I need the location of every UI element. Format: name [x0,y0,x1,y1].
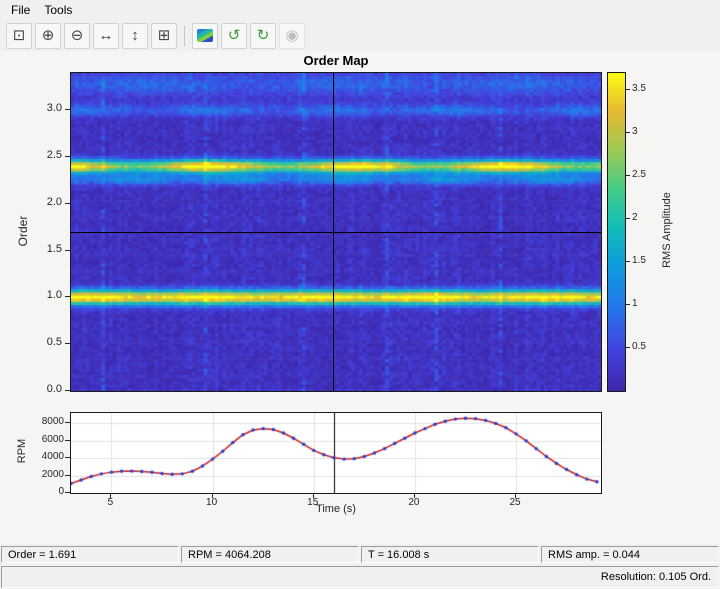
resolution-text: Resolution: 0.105 Ord. [600,571,711,583]
rpm-tick-label: 0 [58,486,64,497]
colorbar-tick-label: 0.5 [632,341,646,353]
tick-mark [65,156,70,158]
tick-mark [626,89,630,91]
tick-mark [626,218,630,220]
rpm-tick-label: 4000 [41,451,64,463]
order-tick-label: 1.5 [46,242,62,255]
colorbar-tick-label: 3 [632,126,638,138]
rpm-profile-plot[interactable] [70,412,602,494]
tick-mark [110,494,112,498]
time-tick-label: 5 [107,497,114,508]
tick-mark [515,494,517,498]
order-tick-label: 0.0 [46,383,62,395]
colorbar-label: RMS Amplitude [661,192,673,268]
time-tick-label: 20 [408,497,420,508]
resolution-bar: Resolution: 0.105 Ord. [1,566,719,588]
colorbar [607,72,626,392]
tick-mark [65,390,70,391]
status-rms: RMS amp. = 0.044 [541,546,719,563]
colorbar-tick-label: 3.5 [632,83,646,95]
tick-mark [65,422,70,424]
tick-mark [65,439,70,441]
tick-mark [413,494,415,498]
figure-area: Order Map Order RMS Amplitude RPM Time (… [0,0,720,589]
tick-mark [65,474,70,476]
tick-mark [65,249,70,251]
tick-mark [65,202,70,204]
status-rpm: RPM = 4064.208 [181,546,359,563]
time-tick-label: 10 [206,497,218,508]
tick-mark [211,494,213,498]
rpm-tick-label: 2000 [41,468,64,480]
rpm-axis-label: RPM [16,438,28,464]
colorbar-tick-label: 1 [632,298,638,310]
status-bar: Order = 1.691 RPM = 4064.208 T = 16.008 sR… [1,546,719,563]
tick-mark [65,492,70,493]
colorbar-tick-label: 1.5 [632,255,646,267]
time-tick-label: 25 [509,497,521,508]
tick-mark [626,261,630,263]
tick-mark [312,494,314,498]
tick-mark [65,457,70,459]
order-tick-label: 2.5 [46,149,62,162]
time-tick-label: 15 [307,497,319,508]
order-tick-label: 0.5 [46,336,62,349]
tick-mark [626,347,630,349]
app-window: File Tools ⊡ ⊕ ⊖ ↔ ↕ ⊞ ↺ ↻ ◉ Order Map Order RMS … [0,0,720,589]
tick-mark [626,304,630,306]
order-tick-label: 2.0 [46,195,62,208]
order-tick-label: 1.0 [46,289,62,302]
order-axis-label: Order [16,215,30,247]
tick-mark [65,296,70,298]
colorbar-tick-label: 2 [632,212,638,224]
status-time: T = 16.008 s [361,546,539,563]
colorbar-tick-label: 2.5 [632,169,646,181]
tick-mark [65,343,70,345]
status-order: Order = 1.691 [1,546,179,563]
crosshair-horizontal-line[interactable] [70,232,602,233]
plot-title: Order Map [303,53,369,68]
rpm-tick-label: 8000 [41,416,64,428]
rpm-tick-label: 6000 [41,433,64,445]
tick-mark [626,175,630,177]
order-tick-label: 3.0 [46,102,62,115]
tick-mark [65,109,70,111]
tick-mark [626,132,630,134]
